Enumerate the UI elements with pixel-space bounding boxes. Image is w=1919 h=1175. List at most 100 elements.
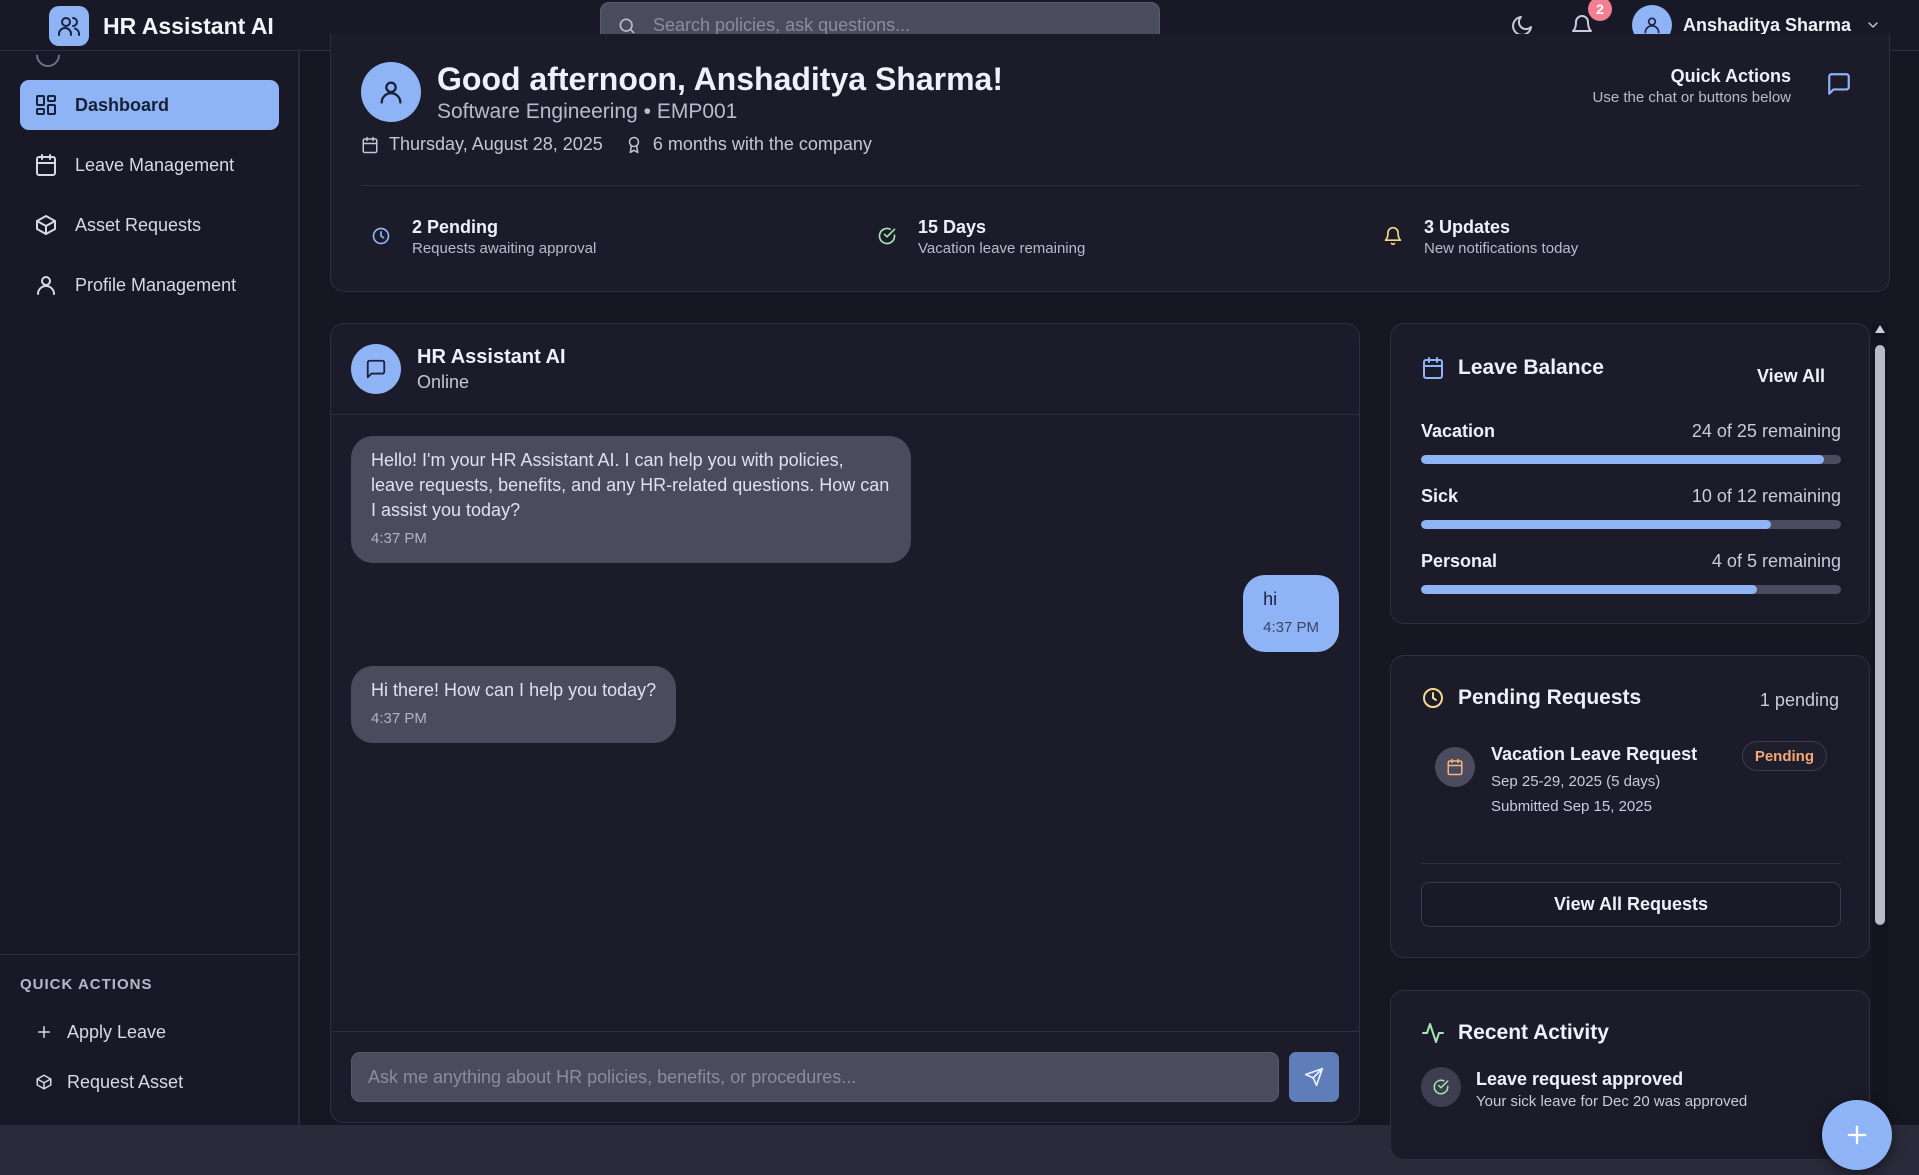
request-submitted: Submitted Sep 15, 2025	[1491, 798, 1652, 815]
leave-balance-card: Leave Balance View All Vacation 24 of 25…	[1390, 323, 1870, 624]
progress-fill	[1421, 520, 1771, 529]
stat-subtitle: Vacation leave remaining	[918, 240, 1086, 257]
progress-bar	[1421, 585, 1841, 594]
chat-status: Online	[417, 372, 470, 392]
recent-activity-header: Recent Activity	[1421, 1021, 1609, 1045]
requests-divider	[1421, 863, 1841, 864]
quick-actions-title: Quick Actions	[1670, 66, 1791, 86]
scrollbar-thumb[interactable]	[1875, 345, 1885, 925]
message-text: Hello! I'm your HR Assistant AI. I can h…	[371, 450, 890, 520]
view-all-leave-link[interactable]: View All	[1757, 366, 1825, 387]
chat-message-bot: Hi there! How can I help you today? 4:37…	[351, 666, 677, 743]
leave-row-personal: Personal 4 of 5 remaining	[1421, 551, 1841, 594]
clock-icon	[1421, 686, 1445, 710]
check-circle-icon	[1421, 1067, 1461, 1107]
floating-add-button[interactable]	[1822, 1100, 1892, 1170]
progress-fill	[1421, 455, 1825, 464]
open-chat-button[interactable]	[1826, 71, 1852, 97]
message-time: 4:37 PM	[1263, 619, 1319, 636]
avatar	[361, 62, 421, 122]
request-item[interactable]: Vacation Leave Request Sep 25-29, 2025 (…	[1421, 736, 1841, 846]
recent-activity-title: Recent Activity	[1458, 1021, 1609, 1044]
chat-input[interactable]	[351, 1052, 1279, 1102]
stat-title: 3 Updates	[1424, 217, 1511, 237]
progress-bar	[1421, 455, 1841, 464]
sidebar-item-label: Dashboard	[75, 94, 170, 115]
leave-remaining: 10 of 12 remaining	[1691, 486, 1841, 506]
chevron-down-icon	[1865, 17, 1881, 33]
request-asset-button[interactable]: Request Asset	[20, 1062, 279, 1102]
user-icon	[377, 78, 405, 106]
stat-subtitle: Requests awaiting approval	[412, 240, 597, 257]
sidebar-item-profile-management[interactable]: Profile Management	[20, 260, 279, 310]
sidebar-item-asset-requests[interactable]: Asset Requests	[20, 200, 279, 250]
activity-title: Leave request approved	[1476, 1069, 1684, 1089]
scroll-up-arrow[interactable]	[1875, 325, 1885, 333]
tenure: 6 months with the company	[652, 134, 872, 154]
greeting-title: Good afternoon, Anshaditya Sharma!	[437, 61, 1003, 97]
dashboard-icon	[34, 93, 58, 117]
package-icon	[34, 213, 58, 237]
department-info: Software Engineering • EMP001	[437, 100, 738, 123]
status-badge: Pending	[1741, 741, 1827, 771]
apply-leave-button[interactable]: Apply Leave	[20, 1012, 279, 1052]
brand[interactable]: HR Assistant AI	[49, 6, 274, 46]
welcome-card: Good afternoon, Anshaditya Sharma! Softw…	[330, 34, 1890, 292]
stat-pending: 2 Pending Requests awaiting approval	[371, 217, 596, 257]
request-asset-label: Request Asset	[67, 1071, 184, 1092]
welcome-divider	[361, 185, 1861, 186]
leave-remaining: 24 of 25 remaining	[1691, 421, 1841, 441]
chat-message-bot: Hello! I'm your HR Assistant AI. I can h…	[351, 436, 911, 563]
leave-remaining: 4 of 5 remaining	[1711, 551, 1841, 571]
calendar-icon	[361, 136, 379, 154]
request-title: Vacation Leave Request	[1491, 744, 1698, 764]
plus-icon	[1843, 1121, 1871, 1149]
progress-bar	[1421, 520, 1841, 529]
pending-count: 1 pending	[1759, 690, 1839, 710]
stat-vacation: 15 Days Vacation leave remaining	[877, 217, 1085, 257]
sidebar-item-dashboard[interactable]: Dashboard	[20, 80, 279, 130]
chat-footer	[331, 1031, 1359, 1122]
sidebar-item-label: Leave Management	[75, 154, 235, 175]
progress-fill	[1421, 585, 1757, 594]
send-button[interactable]	[1289, 1052, 1339, 1102]
check-circle-icon	[877, 226, 897, 246]
stat-updates: 3 Updates New notifications today	[1383, 217, 1578, 257]
message-time: 4:37 PM	[371, 710, 427, 727]
plus-icon	[35, 1023, 53, 1041]
pending-requests-card: Pending Requests 1 pending Vacation Leav…	[1390, 655, 1870, 958]
notification-badge: 2	[1588, 0, 1612, 21]
message-square-icon	[1826, 71, 1852, 97]
pending-requests-header: Pending Requests	[1421, 686, 1641, 710]
app-title: HR Assistant AI	[103, 12, 274, 39]
user-name: Anshaditya Sharma	[1683, 14, 1852, 35]
sidebar-item-leave-management[interactable]: Leave Management	[20, 140, 279, 190]
pending-requests-title: Pending Requests	[1458, 686, 1642, 709]
calendar-icon	[1435, 747, 1475, 787]
send-icon	[1304, 1067, 1324, 1087]
leave-type: Vacation	[1421, 421, 1496, 441]
quick-actions-subtitle: Use the chat or buttons below	[1592, 89, 1791, 106]
leave-row-vacation: Vacation 24 of 25 remaining	[1421, 421, 1841, 464]
calendar-icon	[34, 153, 58, 177]
search-input[interactable]	[653, 15, 1159, 36]
view-all-requests-button[interactable]: View All Requests	[1421, 882, 1841, 927]
sidebar-item-label: Profile Management	[75, 274, 237, 295]
leave-row-sick: Sick 10 of 12 remaining	[1421, 486, 1841, 529]
user-icon	[34, 273, 58, 297]
meta-row: Thursday, August 28, 2025 6 months with …	[361, 134, 872, 155]
quick-actions-header: Quick Actions Use the chat or buttons be…	[1593, 66, 1791, 106]
stat-title: 2 Pending	[412, 217, 499, 237]
user-icon	[1642, 15, 1662, 35]
search-icon	[617, 16, 637, 36]
chat-header: HR Assistant AI Online	[331, 324, 1359, 415]
current-date: Thursday, August 28, 2025	[389, 134, 603, 154]
chat-title: HR Assistant AI	[417, 346, 566, 368]
recent-activity-card: Recent Activity Leave request approved Y…	[1390, 990, 1870, 1160]
leave-type: Personal	[1421, 551, 1498, 571]
request-dates: Sep 25-29, 2025 (5 days)	[1491, 773, 1661, 790]
message-square-icon	[365, 358, 387, 380]
sidebar-divider	[0, 954, 299, 955]
chat-panel: HR Assistant AI Online Hello! I'm your H…	[330, 323, 1360, 1123]
message-text: Hi there! How can I help you today?	[371, 680, 657, 700]
